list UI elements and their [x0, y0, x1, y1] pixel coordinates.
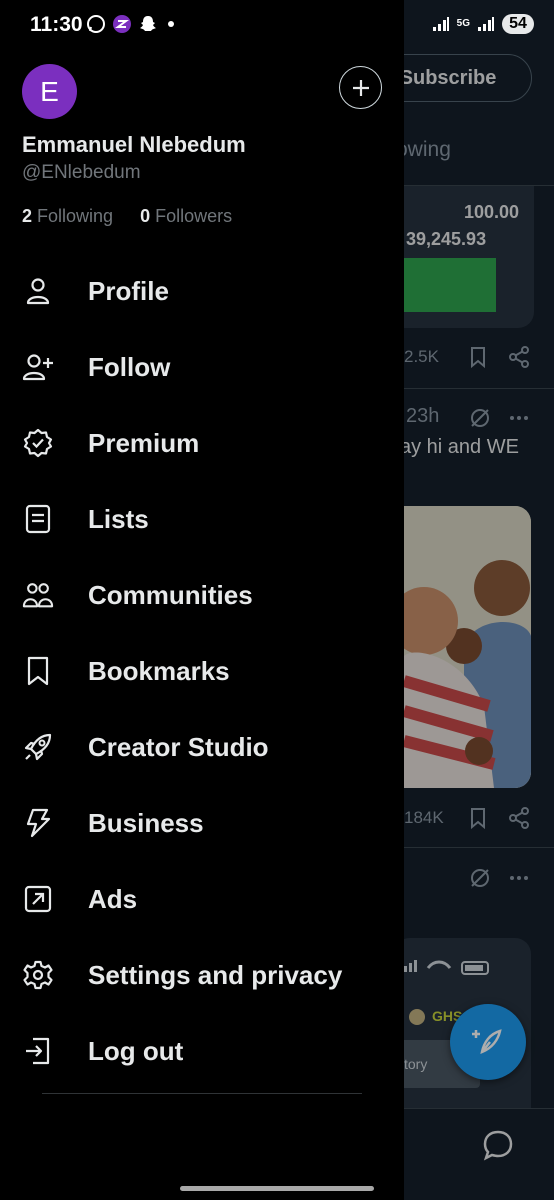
menu-label: Bookmarks — [88, 655, 230, 686]
drawer-divider — [42, 1093, 362, 1094]
menu-label: Settings and privacy — [88, 959, 343, 990]
menu-label: Log out — [88, 1035, 184, 1066]
menu-item-communities[interactable]: Communities — [0, 557, 404, 633]
menu-label: Communities — [88, 579, 253, 610]
background-feed: Subscribe owing 100.00 39,245.93 2.5K 23… — [404, 0, 554, 1200]
status-icons-right: 5G 54 — [431, 14, 534, 34]
follow-stats: 2 Following 0 Followers — [22, 206, 232, 227]
gear-icon — [22, 959, 54, 991]
list-icon — [22, 503, 54, 535]
side-drawer: E Emmanuel Nlebedum @ENlebedum 2 Followin… — [0, 0, 404, 1200]
bookmark-icon — [22, 655, 54, 687]
status-time: 11:30 — [30, 13, 83, 36]
notification-dot — [168, 21, 174, 27]
status-bar: 11:30 5G 54 — [0, 0, 554, 50]
bookmark-icon[interactable] — [466, 345, 490, 369]
menu-item-premium[interactable]: Premium — [0, 405, 404, 481]
following-link[interactable]: 2 Following — [22, 206, 113, 227]
feed-divider — [404, 847, 554, 848]
display-name[interactable]: Emmanuel Nlebedum — [22, 132, 246, 158]
menu-item-follow[interactable]: Follow — [0, 329, 404, 405]
share-icon[interactable] — [507, 806, 531, 830]
menu-item-creator-studio[interactable]: Creator Studio — [0, 709, 404, 785]
messages-icon[interactable] — [480, 1127, 516, 1163]
grok-icon[interactable] — [468, 866, 492, 890]
menu-label: Creator Studio — [88, 731, 269, 762]
following-label: Following — [37, 206, 114, 226]
menu-label: Lists — [88, 503, 149, 534]
logout-icon — [22, 1035, 54, 1067]
communities-icon — [22, 579, 54, 611]
subscribe-button[interactable]: Subscribe — [404, 54, 532, 102]
bookmark-icon[interactable] — [466, 806, 490, 830]
coin-icon — [409, 1009, 425, 1025]
menu-item-settings[interactable]: Settings and privacy — [0, 937, 404, 1013]
network-type: 5G — [456, 18, 470, 29]
view-count: 2.5K — [404, 347, 439, 366]
signal-icon-2 — [476, 14, 496, 34]
rocket-icon — [22, 731, 54, 763]
followers-count: 0 — [140, 206, 151, 226]
followers-link[interactable]: 0 Followers — [140, 206, 232, 227]
more-icon[interactable] — [507, 406, 531, 430]
app-icon — [112, 14, 132, 34]
plus-icon — [352, 79, 369, 96]
battery-level: 54 — [502, 14, 534, 34]
home-indicator[interactable] — [180, 1186, 374, 1191]
menu-item-log-out[interactable]: Log out — [0, 1013, 404, 1089]
person-add-icon — [22, 351, 54, 383]
card-value: 39,245.93 — [406, 229, 487, 249]
menu-label: Follow — [88, 351, 171, 382]
snapchat-icon — [138, 14, 158, 34]
status-icons-left — [86, 14, 174, 34]
user-handle: @ENlebedum — [22, 162, 141, 183]
card-value: 100.00 — [463, 202, 519, 222]
menu-label: Profile — [88, 275, 169, 306]
lightning-icon — [22, 807, 54, 839]
post-image[interactable] — [404, 506, 531, 788]
more-icon[interactable] — [507, 866, 531, 890]
bottom-nav — [404, 1108, 554, 1200]
ads-arrow-icon — [22, 883, 54, 915]
menu-label: Ads — [88, 883, 138, 914]
share-icon[interactable] — [507, 345, 531, 369]
avatar[interactable]: E — [22, 64, 77, 119]
followers-label: Followers — [155, 206, 233, 226]
post-time: 23h — [406, 405, 440, 427]
feed-divider — [404, 388, 554, 389]
whatsapp-icon — [86, 14, 106, 34]
post-text: ay hi and WE — [404, 436, 519, 458]
menu-item-profile[interactable]: Profile — [0, 253, 404, 329]
menu-label: Premium — [88, 427, 200, 458]
card-green-bar — [404, 258, 496, 312]
compose-post-button[interactable] — [450, 1004, 526, 1080]
grok-icon[interactable] — [468, 406, 492, 430]
person-icon — [22, 275, 54, 307]
view-count: 184K — [404, 808, 444, 827]
signal-icon — [431, 14, 451, 34]
compose-feather-icon — [472, 1029, 502, 1055]
verified-badge-icon — [22, 427, 54, 459]
add-account-button[interactable] — [339, 66, 382, 109]
menu-label: Business — [88, 807, 204, 838]
menu-item-bookmarks[interactable]: Bookmarks — [0, 633, 404, 709]
menu-item-business[interactable]: Business — [0, 785, 404, 861]
menu-item-lists[interactable]: Lists — [0, 481, 404, 557]
menu-item-ads[interactable]: Ads — [0, 861, 404, 937]
feed-tab-following[interactable]: owing — [404, 138, 451, 162]
following-count: 2 — [22, 206, 33, 226]
